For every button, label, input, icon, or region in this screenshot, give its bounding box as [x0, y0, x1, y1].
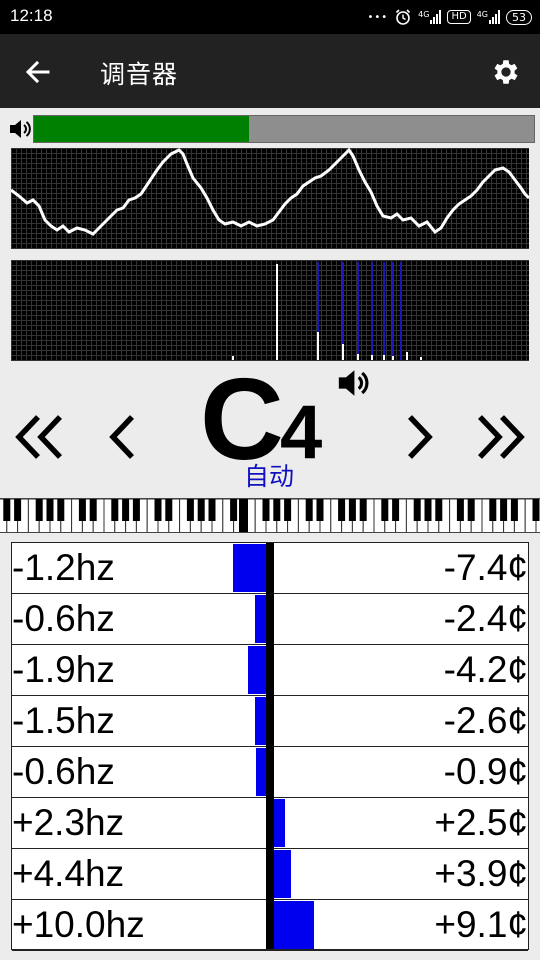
- black-key[interactable]: [57, 499, 65, 521]
- next-note-button[interactable]: [390, 407, 450, 467]
- reading-hz: +4.4hz: [12, 853, 125, 894]
- double-chevron-right-icon: [478, 415, 525, 459]
- note-display: C 4 自动: [0, 361, 540, 495]
- center-tuning-line: [266, 543, 274, 949]
- black-key[interactable]: [197, 499, 205, 521]
- piano-keys: [0, 499, 540, 532]
- spectrum-display: [11, 260, 529, 361]
- deviation-bar: [255, 595, 266, 643]
- input-level-row: [6, 114, 536, 144]
- reading-hz: -0.6hz: [12, 598, 115, 639]
- black-key[interactable]: [381, 499, 389, 521]
- reading-hz: -0.6hz: [12, 751, 115, 792]
- reading-hz: +10.0hz: [12, 904, 145, 945]
- input-level-bar: [33, 115, 535, 143]
- black-key[interactable]: [46, 499, 54, 521]
- signal-strength-icon-1: [430, 10, 442, 24]
- black-key[interactable]: [78, 499, 86, 521]
- black-key[interactable]: [89, 499, 97, 521]
- signal-strength-icon-2: [489, 10, 500, 24]
- tuning-mode-label[interactable]: 自动: [244, 457, 294, 493]
- black-key[interactable]: [338, 499, 346, 521]
- battery-icon: 53: [506, 9, 532, 25]
- reading-hz: -1.2hz: [12, 547, 115, 588]
- status-icons: ••• 4G HD 4G 53: [367, 7, 532, 27]
- black-key[interactable]: [165, 499, 173, 521]
- reading-cents: +2.5¢: [434, 802, 528, 843]
- black-key[interactable]: [467, 499, 475, 521]
- alarm-icon: [396, 9, 411, 25]
- status-bar: 12:18 ••• 4G HD 4G 53: [0, 0, 540, 34]
- black-key[interactable]: [489, 499, 497, 521]
- deviation-bar: [254, 697, 266, 745]
- speaker-icon: [10, 120, 31, 138]
- black-key[interactable]: [348, 499, 356, 521]
- deviation-bar: [233, 544, 266, 592]
- black-key[interactable]: [262, 499, 270, 521]
- hd-badge: HD: [447, 10, 471, 24]
- black-key[interactable]: [35, 499, 43, 521]
- reading-cents: +3.9¢: [434, 853, 528, 894]
- input-level-fill: [34, 116, 249, 142]
- reading-hz: -1.9hz: [12, 649, 115, 690]
- black-key[interactable]: [413, 499, 421, 521]
- deviation-bar: [274, 799, 285, 847]
- black-key[interactable]: [14, 499, 22, 521]
- play-tone-speaker-icon[interactable]: [336, 367, 370, 399]
- black-key[interactable]: [122, 499, 130, 521]
- double-chevron-left-icon: [15, 415, 62, 459]
- black-key[interactable]: [230, 499, 238, 521]
- piano-keyboard[interactable]: [0, 498, 540, 533]
- chevron-right-icon: [408, 415, 433, 459]
- settings-gear-icon[interactable]: [490, 56, 522, 88]
- reading-cents: -2.6¢: [443, 700, 528, 741]
- app-bar: 调音器: [0, 34, 540, 108]
- waveform-display: [10, 147, 531, 249]
- black-key[interactable]: [316, 499, 324, 521]
- next-octave-button[interactable]: [470, 407, 530, 467]
- waveform-trace: [10, 147, 531, 236]
- black-key[interactable]: [186, 499, 194, 521]
- reading-hz: -1.5hz: [12, 700, 115, 741]
- back-arrow-icon[interactable]: [22, 56, 54, 88]
- spectrum-trace: [232, 262, 422, 360]
- deviation-bar: [274, 901, 315, 949]
- black-key[interactable]: [208, 499, 216, 521]
- black-key[interactable]: [273, 499, 281, 521]
- reading-cents: +9.1¢: [434, 904, 528, 945]
- black-key[interactable]: [132, 499, 140, 521]
- deviation-bar: [256, 748, 266, 796]
- black-key[interactable]: [3, 499, 11, 521]
- reading-cents: -7.4¢: [443, 547, 528, 588]
- network-4g-label-2: 4G: [476, 10, 488, 19]
- black-key[interactable]: [392, 499, 400, 521]
- dots-icon: •••: [367, 11, 389, 23]
- deviation-bar: [247, 646, 266, 694]
- black-key[interactable]: [532, 499, 540, 521]
- reading-cents: -0.9¢: [443, 751, 528, 792]
- black-key[interactable]: [500, 499, 508, 521]
- black-key[interactable]: [305, 499, 313, 521]
- deviation-meter: +10.0hz +9.1¢ +4.4hz +3.9¢ +2.3hz +2.5¢ -0.6hz…: [11, 542, 529, 951]
- network-4g-label-1: 4G: [418, 10, 430, 19]
- reading-cents: -4.2¢: [443, 649, 528, 690]
- status-time: 12:18: [10, 6, 53, 25]
- black-key[interactable]: [284, 499, 292, 521]
- black-key[interactable]: [424, 499, 432, 521]
- black-key[interactable]: [154, 499, 162, 521]
- black-key[interactable]: [435, 499, 443, 521]
- page-title: 调音器: [100, 60, 179, 89]
- black-key[interactable]: [359, 499, 367, 521]
- black-key[interactable]: [456, 499, 464, 521]
- deviation-bar: [274, 850, 292, 898]
- previous-note-button[interactable]: [92, 407, 152, 467]
- reading-cents: -2.4¢: [443, 598, 528, 639]
- black-key[interactable]: [111, 499, 119, 521]
- previous-octave-button[interactable]: [10, 407, 70, 467]
- reading-hz: +2.3hz: [12, 802, 125, 843]
- current-note-key-marker: [239, 499, 248, 532]
- chevron-left-icon: [109, 415, 134, 459]
- black-key[interactable]: [510, 499, 518, 521]
